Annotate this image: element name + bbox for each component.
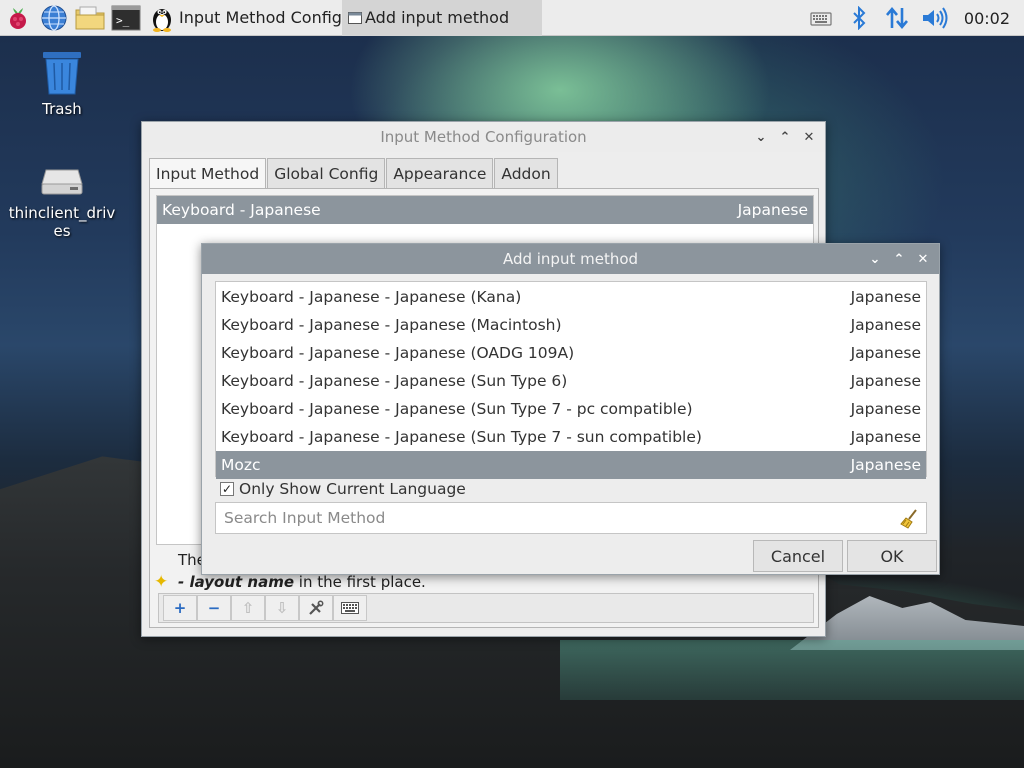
close-icon[interactable]: ✕: [799, 127, 819, 147]
drive-icon: [40, 160, 84, 200]
titlebar[interactable]: Input Method Configuration ⌄ ⌃ ✕: [142, 122, 825, 152]
svg-text:>_: >_: [116, 14, 130, 27]
task-add-input-method[interactable]: Add input method: [342, 0, 542, 36]
hint-bold: - layout name: [178, 573, 295, 591]
hint-star-icon: ✦: [154, 572, 169, 592]
search-input[interactable]: [216, 503, 886, 533]
file-manager-icon[interactable]: [72, 0, 108, 36]
desktop-thinclient-drives[interactable]: thinclient_driv es: [7, 160, 117, 240]
item-language: Japanese: [850, 400, 921, 418]
item-name: Keyboard - Japanese - Japanese (OADG 109…: [221, 344, 575, 362]
task-label: Add input method: [365, 8, 510, 27]
checkbox-label: Only Show Current Language: [239, 480, 466, 498]
item-name: Mozc: [221, 456, 261, 474]
remove-icon[interactable]: −: [197, 595, 231, 621]
network-icon[interactable]: [878, 0, 916, 36]
item-language: Japanese: [850, 456, 921, 474]
available-input-method-list[interactable]: Keyboard - Japanese - Japanese (Kana) Ja…: [215, 281, 927, 479]
tab-global-config[interactable]: Global Config: [267, 158, 386, 189]
list-item[interactable]: Keyboard - Japanese - Japanese (Sun Type…: [216, 395, 926, 423]
list-item[interactable]: Keyboard - Japanese Japanese: [157, 196, 813, 224]
tux-penguin-icon: [150, 4, 174, 32]
maximize-icon[interactable]: ⌃: [775, 127, 795, 147]
input-method-toolbar: + − ⇧ ⇩: [158, 593, 814, 623]
item-name: Keyboard - Japanese - Japanese (Macintos…: [221, 316, 562, 334]
configure-tools-icon[interactable]: [299, 595, 333, 621]
taskbar: >_ Input Method Configu... Add input met…: [0, 0, 1024, 36]
list-item[interactable]: Keyboard - Japanese - Japanese (Sun Type…: [216, 367, 926, 395]
desktop-label: Trash: [42, 100, 82, 118]
item-name: Keyboard - Japanese - Japanese (Kana): [221, 288, 522, 306]
tab-appearance[interactable]: Appearance: [386, 158, 494, 189]
item-language: Japanese: [850, 372, 921, 390]
dialog-title: Add input method: [502, 250, 639, 268]
item-language: Japanese: [850, 428, 921, 446]
titlebar[interactable]: Add input method ⌄ ⌃ ✕: [202, 244, 939, 274]
desktop-trash[interactable]: Trash: [7, 48, 117, 118]
move-down-icon[interactable]: ⇩: [265, 595, 299, 621]
tab-input-method[interactable]: Input Method: [149, 158, 267, 189]
only-current-language-toggle[interactable]: ✓ Only Show Current Language: [220, 480, 466, 498]
close-icon[interactable]: ✕: [913, 249, 933, 269]
raspberry-menu-icon[interactable]: [0, 0, 36, 36]
list-item[interactable]: Mozc Japanese: [216, 451, 926, 479]
list-item[interactable]: Keyboard - Japanese - Japanese (Kana) Ja…: [216, 283, 926, 311]
item-name: Keyboard - Japanese - Japanese (Sun Type…: [221, 400, 693, 418]
task-label: Input Method Configu...: [179, 8, 342, 27]
trash-icon: [40, 48, 84, 96]
minimize-icon[interactable]: ⌄: [751, 127, 771, 147]
task-input-method-config[interactable]: Input Method Configu...: [144, 0, 342, 36]
web-browser-icon[interactable]: [36, 0, 72, 36]
minimize-icon[interactable]: ⌄: [865, 249, 885, 269]
clear-broom-icon[interactable]: [900, 509, 918, 533]
move-up-icon[interactable]: ⇧: [231, 595, 265, 621]
bluetooth-icon[interactable]: [840, 0, 878, 36]
item-language: Japanese: [850, 344, 921, 362]
tab-bar: Input Method Global Config Appearance Ad…: [149, 158, 559, 189]
item-name: Keyboard - Japanese - Japanese (Sun Type…: [221, 372, 568, 390]
clock[interactable]: 00:02: [954, 9, 1024, 28]
desktop-label: thinclient_driv: [8, 204, 116, 222]
cancel-button[interactable]: Cancel: [753, 540, 843, 572]
only-current-language-checkbox[interactable]: ✓: [220, 482, 234, 496]
item-name: Keyboard - Japanese: [162, 201, 321, 219]
list-item[interactable]: Keyboard - Japanese - Japanese (OADG 109…: [216, 339, 926, 367]
desktop-label-line2: es: [53, 222, 71, 240]
keyboard-icon[interactable]: [802, 0, 840, 36]
window-title: Input Method Configuration: [380, 128, 587, 146]
terminal-icon[interactable]: >_: [108, 0, 144, 36]
volume-icon[interactable]: [916, 0, 954, 36]
list-item[interactable]: Keyboard - Japanese - Japanese (Macintos…: [216, 311, 926, 339]
item-name: Keyboard - Japanese - Japanese (Sun Type…: [221, 428, 702, 446]
item-language: Japanese: [737, 201, 808, 219]
tab-addon[interactable]: Addon: [494, 158, 558, 189]
item-language: Japanese: [850, 316, 921, 334]
ok-button[interactable]: OK: [847, 540, 937, 572]
add-icon[interactable]: +: [163, 595, 197, 621]
window-icon: [348, 11, 362, 24]
system-tray: 00:02: [802, 0, 1024, 36]
maximize-icon[interactable]: ⌃: [889, 249, 909, 269]
keyboard-layout-icon[interactable]: [333, 595, 367, 621]
item-language: Japanese: [850, 288, 921, 306]
search-box: [215, 502, 927, 534]
wallpaper-lake: [560, 640, 1024, 700]
list-item[interactable]: Keyboard - Japanese - Japanese (Sun Type…: [216, 423, 926, 451]
add-input-method-dialog: Add input method ⌄ ⌃ ✕ Keyboard - Japane…: [201, 243, 940, 575]
